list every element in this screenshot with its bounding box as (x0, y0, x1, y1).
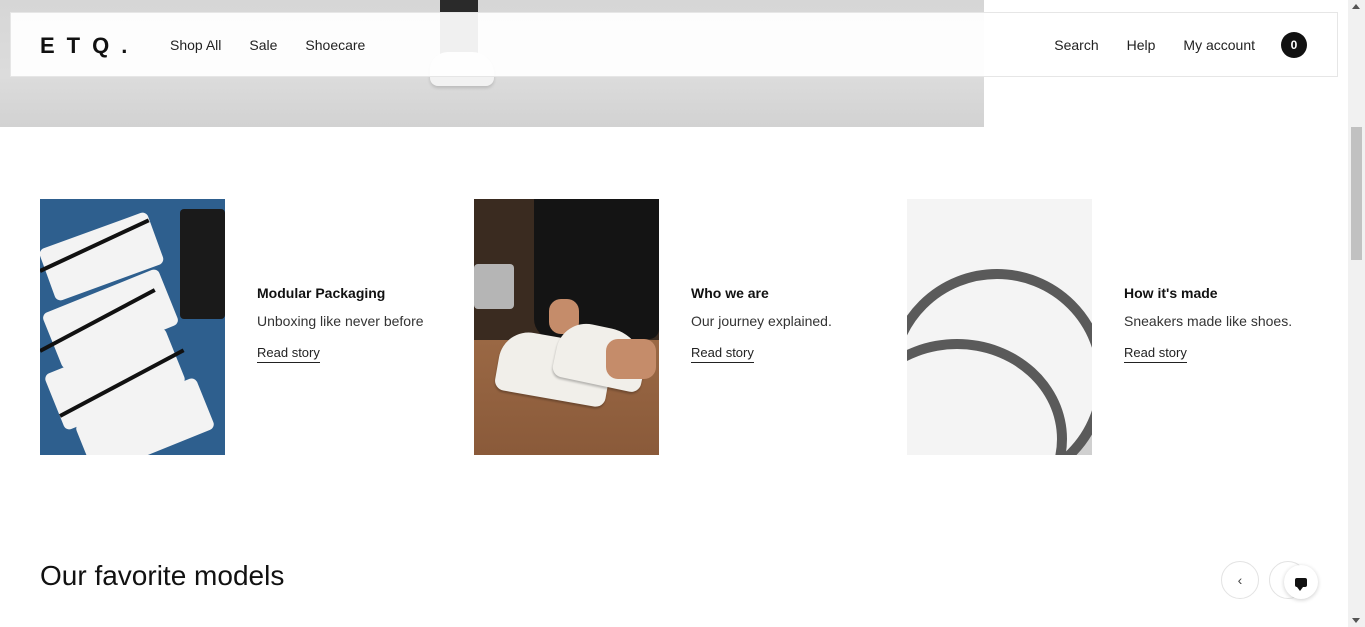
nav-shoecare[interactable]: Shoecare (305, 37, 365, 53)
scrollbar-thumb[interactable] (1351, 127, 1362, 260)
story-card-how-its-made: How it's made Sneakers made like shoes. … (907, 199, 1327, 455)
story-title: How it's made (1124, 285, 1218, 301)
read-story-link[interactable]: Read story (691, 345, 754, 363)
story-title: Who we are (691, 285, 769, 301)
nav-shop-all[interactable]: Shop All (170, 37, 221, 53)
story-image-leather[interactable] (907, 199, 1092, 455)
read-story-link[interactable]: Read story (1124, 345, 1187, 363)
background-luggage (474, 264, 514, 309)
story-image-suitcase[interactable] (40, 199, 225, 455)
utility-nav: Search Help My account (1054, 37, 1255, 53)
favorites-heading: Our favorite models (40, 560, 285, 591)
nav-my-account[interactable]: My account (1183, 37, 1255, 53)
scroll-down-icon[interactable] (1352, 618, 1360, 623)
cart-button[interactable]: 0 (1281, 32, 1307, 58)
brand-logo[interactable]: ETQ. (40, 33, 139, 59)
story-image-sneakers[interactable] (474, 199, 659, 455)
story-text: Who we are Our journey explained. Read s… (691, 285, 911, 363)
story-subtitle: Our journey explained. (691, 313, 832, 329)
nav-sale[interactable]: Sale (249, 37, 277, 53)
suitcase-dark-garment (180, 209, 225, 319)
story-card-who-we-are: Who we are Our journey explained. Read s… (474, 199, 894, 455)
story-text: How it's made Sneakers made like shoes. … (1124, 285, 1344, 363)
primary-nav: Shop All Sale Shoecare (170, 37, 365, 53)
nav-search[interactable]: Search (1054, 37, 1098, 53)
nav-help[interactable]: Help (1127, 37, 1156, 53)
scroll-up-icon[interactable] (1352, 4, 1360, 9)
chat-icon (1295, 577, 1307, 591)
story-subtitle: Sneakers made like shoes. (1124, 313, 1293, 329)
story-subtitle: Unboxing like never before (257, 313, 424, 329)
site-header: ETQ. Shop All Sale Shoecare Search Help … (10, 12, 1338, 77)
chevron-left-icon: ‹ (1237, 572, 1243, 588)
page-scrollbar[interactable] (1348, 0, 1365, 627)
carousel-prev-button[interactable]: ‹ (1221, 561, 1259, 599)
story-card-modular-packaging: Modular Packaging Unboxing like never be… (40, 199, 460, 455)
person-hand (606, 339, 656, 379)
story-title: Modular Packaging (257, 285, 386, 301)
story-text: Modular Packaging Unboxing like never be… (257, 285, 477, 363)
chat-button[interactable] (1284, 565, 1318, 599)
read-story-link[interactable]: Read story (257, 345, 320, 363)
